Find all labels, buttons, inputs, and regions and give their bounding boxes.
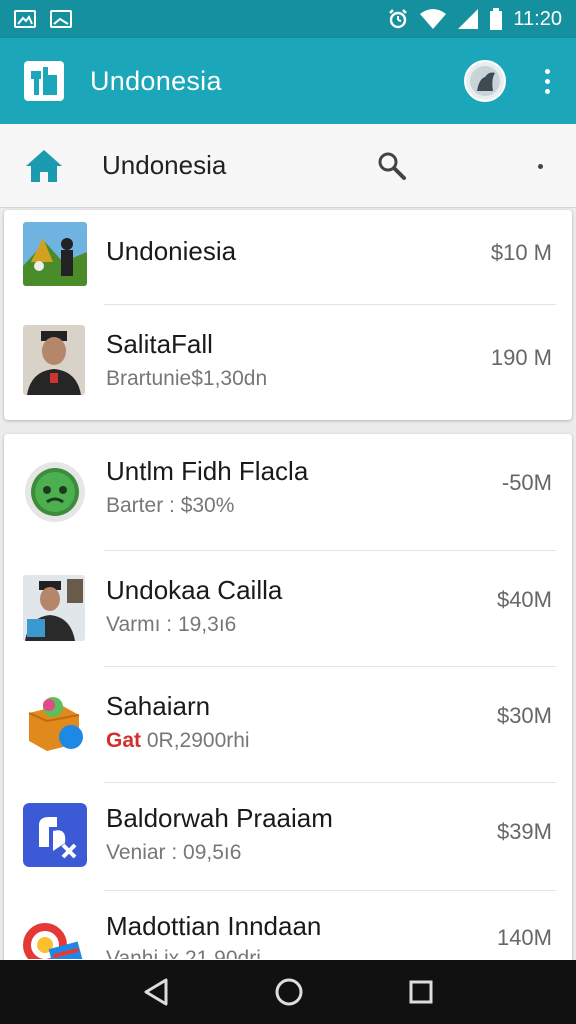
- subtitle-prefix: Gat: [106, 729, 142, 752]
- app-thumbnail: [23, 222, 87, 286]
- search-bar: Undonesia: [0, 124, 576, 208]
- list-item[interactable]: Madottian Inndaan Vanhi ix 21,90dri 140M: [4, 891, 572, 959]
- app-thumbnail: [23, 691, 87, 755]
- item-name: Sahaiarn: [106, 691, 211, 721]
- item-size: $30M: [496, 703, 552, 728]
- search-input[interactable]: Undonesia: [102, 150, 226, 181]
- app-thumbnail: [23, 460, 87, 524]
- gallery-icon: [14, 10, 36, 28]
- item-name: Madottian Inndaan: [106, 911, 322, 941]
- list-item[interactable]: SalitaFall Brartunie$1,30dn 190 M: [4, 305, 572, 420]
- signal-icon: [458, 9, 479, 29]
- app-thumbnail: [23, 803, 87, 867]
- status-bar: 11:20: [0, 0, 576, 38]
- item-size: $40M: [496, 587, 552, 612]
- item-name: Untlm Fidh Flacla: [106, 456, 309, 486]
- item-name: Undoniesia: [106, 236, 237, 266]
- item-subtitle: Varmı : 19,3ı6: [106, 613, 237, 636]
- navigation-bar: [0, 960, 576, 1024]
- more-dot[interactable]: [538, 164, 543, 169]
- app-title: Undonesia: [90, 65, 222, 96]
- app-thumbnail: [23, 325, 85, 395]
- overflow-menu-icon[interactable]: [542, 68, 552, 94]
- list-item[interactable]: Undoniesia $10 M: [4, 210, 572, 304]
- profile-icon[interactable]: [464, 60, 506, 102]
- app-thumbnail: [23, 915, 87, 959]
- item-size: $39M: [496, 819, 552, 844]
- back-icon[interactable]: [142, 977, 170, 1007]
- alarm-icon: [389, 9, 408, 29]
- item-size: $10 M: [490, 240, 552, 265]
- item-size: -50M: [501, 470, 552, 495]
- search-icon[interactable]: [376, 150, 408, 182]
- app-logo-icon[interactable]: [24, 61, 64, 101]
- item-name: Baldorwah Praaiam: [106, 803, 333, 833]
- subtitle-text: 0R,2900rhi: [141, 729, 250, 752]
- item-size: 140M: [496, 925, 552, 950]
- list-item[interactable]: Sahaiarn Gat 0R,2900rhi $30M: [4, 667, 572, 782]
- app-thumbnail: [23, 575, 85, 641]
- app-bar: Undonesia: [0, 38, 576, 124]
- item-subtitle: Vanhi ix 21,90dri: [106, 947, 261, 959]
- item-name: SalitaFall: [106, 329, 213, 359]
- wifi-icon: [420, 9, 447, 29]
- item-size: 190 M: [490, 345, 552, 370]
- list-item[interactable]: Undokaa Cailla Varmı : 19,3ı6 $40M: [4, 551, 572, 666]
- list-card: Untlm Fidh Flacla Barter : $30% -50M Und…: [4, 434, 572, 964]
- list-item[interactable]: Baldorwah Praaiam Veniar : 09,5ı6 $39M: [4, 783, 572, 891]
- item-subtitle: Barter : $30%: [106, 494, 235, 517]
- battery-icon: [490, 8, 503, 30]
- item-name: Undokaa Cailla: [106, 575, 283, 605]
- clock: 11:20: [513, 7, 562, 30]
- item-subtitle: Veniar : 09,5ı6: [106, 841, 242, 864]
- list-card: Undoniesia $10 M SalitaFall Brartunie$1,…: [4, 210, 572, 420]
- recents-icon[interactable]: [408, 979, 434, 1005]
- item-subtitle: Brartunie$1,30dn: [106, 367, 268, 390]
- item-subtitle: Gat 0R,2900rhi: [106, 729, 250, 753]
- image-icon: [50, 10, 72, 28]
- list-item[interactable]: Untlm Fidh Flacla Barter : $30% -50M: [4, 434, 572, 550]
- home-icon[interactable]: [24, 148, 64, 184]
- home-nav-icon[interactable]: [274, 977, 304, 1007]
